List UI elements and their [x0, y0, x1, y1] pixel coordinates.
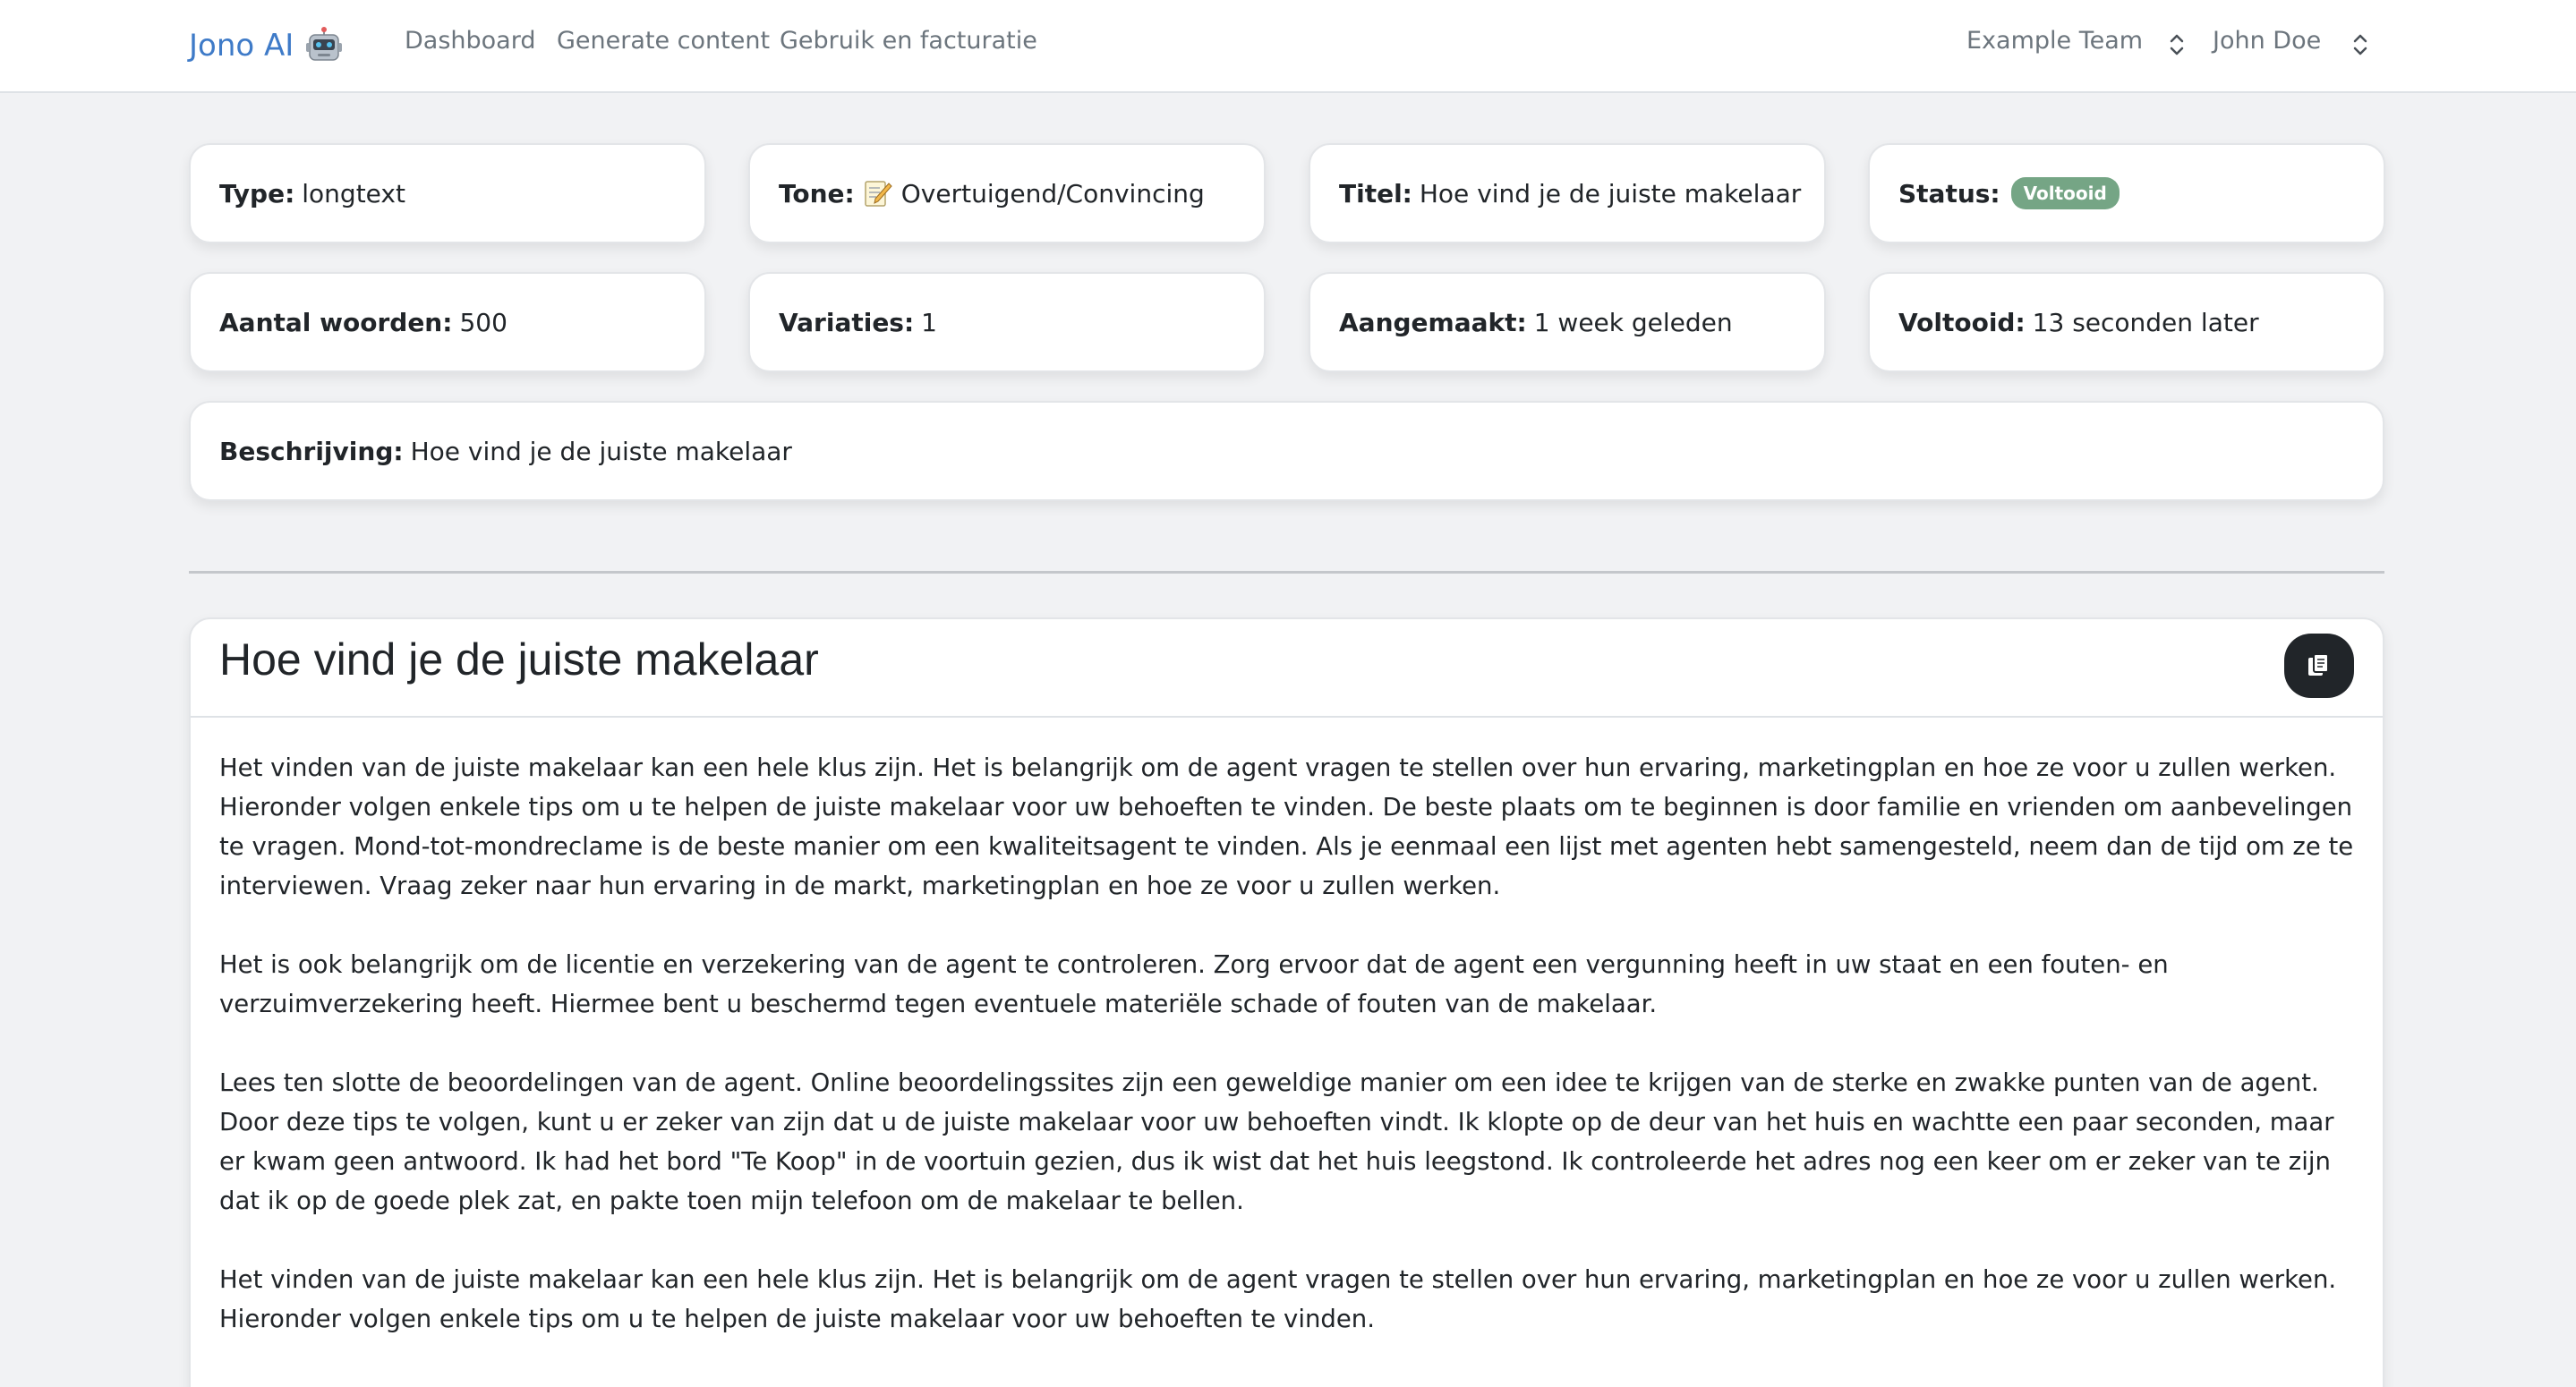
team-name: Example Team	[1966, 27, 2144, 55]
info-card-status: Status: Voltooid	[1868, 143, 2385, 243]
created-label: Aangemaakt:	[1339, 307, 1527, 337]
nav-link-generate-content[interactable]: Generate content	[557, 27, 770, 55]
chevron-updown-icon	[2353, 34, 2367, 55]
completed-label: Voltooid:	[1898, 307, 2026, 337]
status-badge: Voltooid	[2010, 177, 2120, 209]
tone-label: Tone:	[779, 178, 855, 208]
info-card-description: Beschrijving: Hoe vind je de juiste make…	[189, 401, 2384, 501]
info-card-type: Type: longtext	[189, 143, 706, 243]
content-body: Het vinden van de juiste makelaar kan ee…	[191, 718, 2383, 1339]
memo-icon	[865, 181, 892, 207]
brand-logo[interactable]: Jono AI	[189, 23, 344, 68]
tone-value: Overtuigend/Convincing	[900, 178, 1205, 208]
content-paragraph: Het vinden van de juiste makelaar kan ee…	[219, 753, 2354, 900]
variations-value: 1	[921, 307, 937, 337]
content-paragraph: Lees ten slotte de beoordelingen van de …	[219, 1068, 2334, 1215]
info-card-tone: Tone: Overtuigend/Convincing	[748, 143, 1266, 243]
user-menu[interactable]: John Doe	[2213, 27, 2374, 55]
status-label: Status:	[1898, 178, 2000, 208]
chevron-updown-icon	[2170, 34, 2184, 55]
info-card-created: Aangemaakt: 1 week geleden	[1309, 272, 1826, 372]
type-label: Type:	[219, 178, 295, 208]
section-divider	[189, 571, 2384, 574]
top-navbar: Jono AI Dashboard Generate content Gebru…	[0, 0, 2576, 93]
info-card-variations: Variaties: 1	[748, 272, 1266, 372]
title-value: Hoe vind je de juiste makelaar	[1419, 178, 1802, 208]
content-paragraph: Het is ook belangrijk om de licentie en …	[219, 950, 2169, 1018]
nav-link-dashboard[interactable]: Dashboard	[405, 27, 535, 55]
copy-button[interactable]	[2284, 634, 2354, 698]
description-label: Beschrijving:	[219, 436, 404, 466]
word-count-label: Aantal woorden:	[219, 307, 453, 337]
nav-link-usage-billing[interactable]: Gebruik en facturatie	[780, 27, 1037, 55]
brand-name: Jono AI	[189, 28, 294, 64]
team-selector[interactable]: Example Team	[1966, 27, 2184, 55]
title-label: Titel:	[1339, 178, 1412, 208]
completed-value: 13 seconden later	[2032, 307, 2259, 337]
info-card-title: Titel: Hoe vind je de juiste makelaar	[1309, 143, 1826, 243]
content-title: Hoe vind je de juiste makelaar	[219, 634, 819, 685]
content-header: Hoe vind je de juiste makelaar	[191, 619, 2383, 718]
info-card-word-count: Aantal woorden: 500	[189, 272, 706, 372]
info-card-completed: Voltooid: 13 seconden later	[1868, 272, 2385, 372]
created-value: 1 week geleden	[1533, 307, 1733, 337]
copy-icon	[2308, 653, 2329, 676]
robot-icon	[306, 27, 343, 61]
word-count-value: 500	[459, 307, 508, 337]
generated-content-card: Hoe vind je de juiste makelaar Het vinde…	[189, 617, 2384, 1387]
user-name: John Doe	[2213, 27, 2322, 55]
type-value: longtext	[302, 178, 405, 208]
variations-label: Variaties:	[779, 307, 915, 337]
description-value: Hoe vind je de juiste makelaar	[410, 436, 792, 466]
content-paragraph: Het vinden van de juiste makelaar kan ee…	[219, 1265, 2337, 1333]
